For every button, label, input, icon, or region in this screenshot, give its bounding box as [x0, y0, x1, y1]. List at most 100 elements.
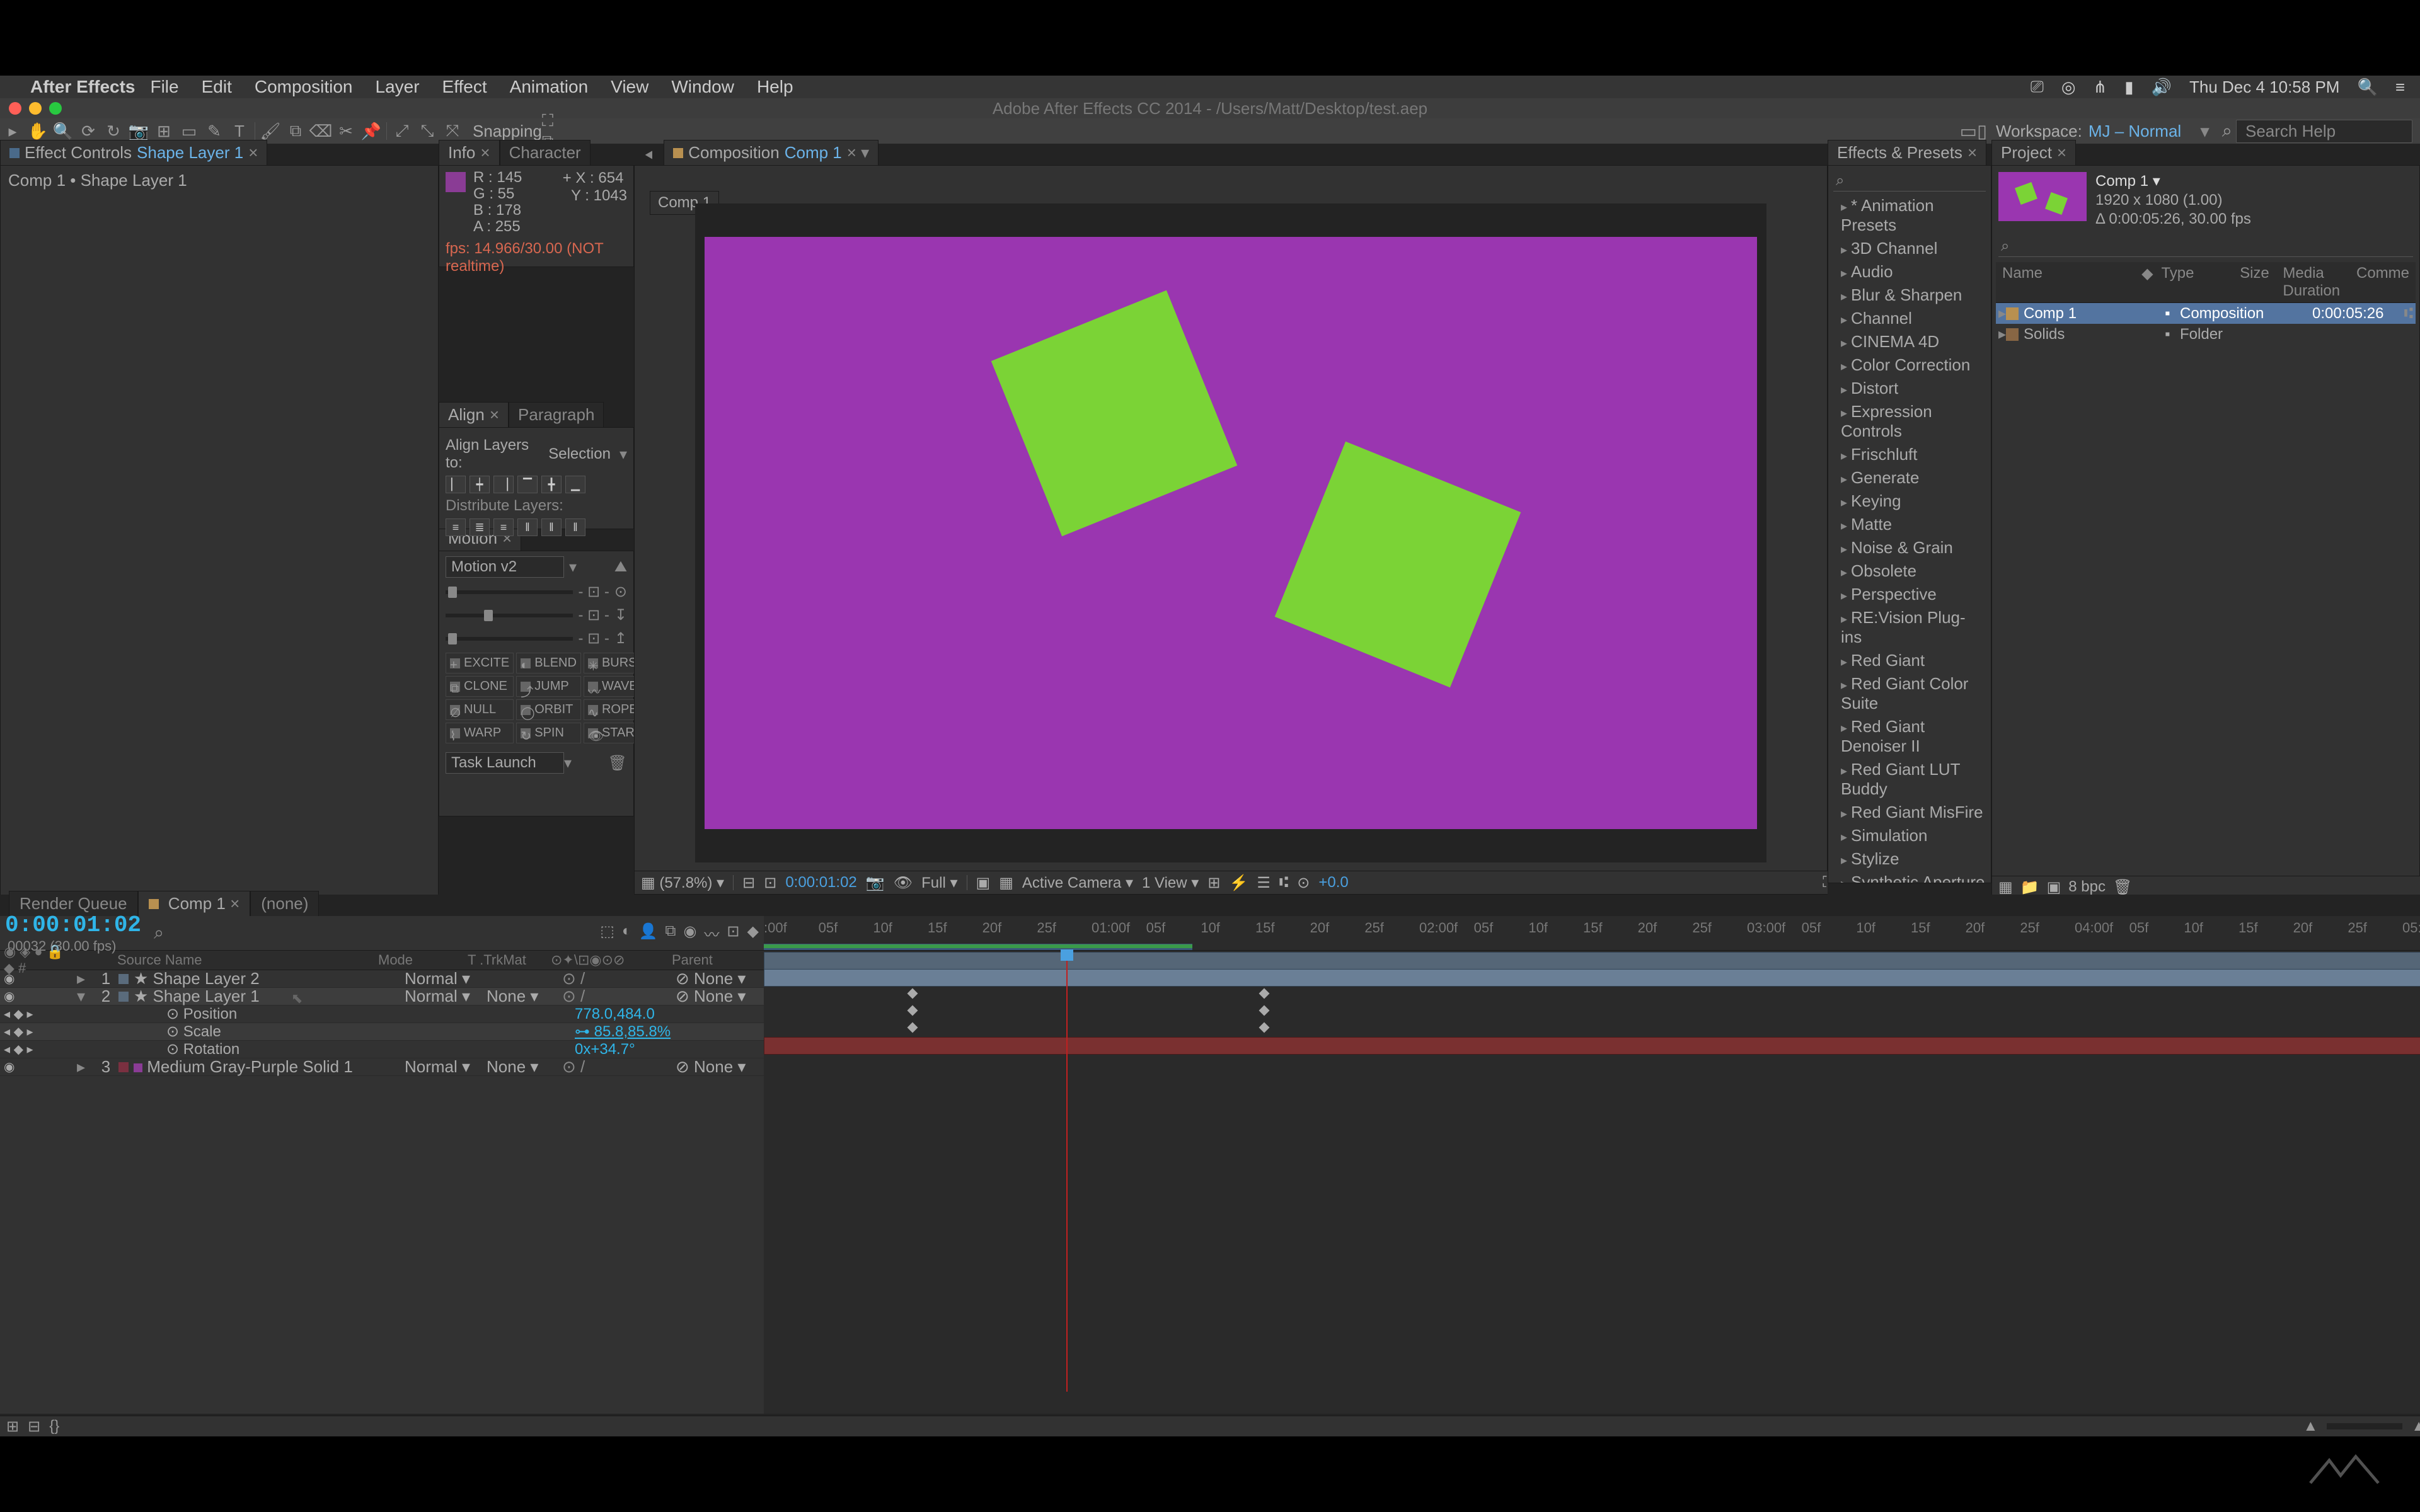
dist-top-icon[interactable]: ≡: [446, 518, 466, 536]
effects-category[interactable]: Frischluft: [1828, 443, 1991, 466]
search-help-input[interactable]: Search Help: [2236, 120, 2412, 143]
screencast-icon[interactable]: ⎚: [2031, 77, 2044, 97]
viewer-prev-icon[interactable]: ⯇: [643, 147, 655, 165]
info-tab[interactable]: Info ×: [439, 140, 500, 165]
align-hcenter-icon[interactable]: ┿: [470, 476, 490, 493]
effects-category[interactable]: Red Giant: [1828, 649, 1991, 672]
bpc-button[interactable]: 8 bpc: [2068, 878, 2106, 896]
zoom-in-nav-icon[interactable]: ▲: [2411, 1418, 2420, 1435]
wifi-icon[interactable]: ⋔: [2094, 77, 2107, 97]
timeline-search-icon[interactable]: ⌕: [154, 923, 164, 944]
menu-help[interactable]: Help: [757, 77, 793, 97]
keyframe[interactable]: [908, 1022, 918, 1033]
new-folder-icon[interactable]: 📁: [2020, 878, 2039, 896]
project-search-input[interactable]: ⌕: [1998, 236, 2413, 257]
volume-icon[interactable]: 🔊: [2152, 77, 2172, 97]
effects-category[interactable]: Red Giant Color Suite: [1828, 672, 1991, 715]
track-area[interactable]: [764, 951, 2420, 1392]
property-position[interactable]: ◂ ◆ ▸ ⊙ Position 778.0,484.0: [0, 1005, 764, 1023]
dist-hcenter-icon[interactable]: ‖: [541, 518, 562, 536]
effects-category[interactable]: Red Giant MisFire: [1828, 801, 1991, 824]
character-tab[interactable]: Character: [500, 140, 591, 165]
project-tab[interactable]: Project ×: [1991, 140, 2076, 165]
battery-icon[interactable]: ▮: [2124, 77, 2133, 97]
motion-blur-icon[interactable]: ◉: [683, 922, 696, 944]
effects-category[interactable]: Audio: [1828, 260, 1991, 284]
comp-mini-flowchart-icon[interactable]: ⬚: [600, 922, 614, 944]
align-top-icon[interactable]: ▔: [517, 476, 538, 493]
notification-icon[interactable]: ≡: [2395, 77, 2405, 97]
roto-tool-icon[interactable]: ✂: [333, 118, 359, 144]
snapshot-icon[interactable]: 📷: [866, 874, 885, 892]
effect-controls-tab[interactable]: Effect Controls Shape Layer 1 ×: [0, 140, 267, 165]
layer-color-swatch[interactable]: [118, 992, 129, 1002]
current-time-indicator[interactable]: [1066, 951, 1068, 1392]
draft3d-icon[interactable]: ◐: [622, 922, 631, 944]
shape-layer-2[interactable]: [1275, 442, 1521, 688]
active-camera-dropdown[interactable]: Active Camera ▾: [1022, 874, 1133, 892]
effects-category[interactable]: Perspective: [1828, 583, 1991, 606]
effects-category[interactable]: Blur & Sharpen: [1828, 284, 1991, 307]
effects-category[interactable]: Generate: [1828, 466, 1991, 490]
timecode-display[interactable]: 0:00:01:02: [5, 912, 141, 938]
align-vcenter-icon[interactable]: ╋: [541, 476, 562, 493]
layer-row-shape1[interactable]: ◉ ▾ 2 ★ Shape Layer 1 Normal ▾ None ▾ ⊙ …: [0, 988, 764, 1005]
layer-color-swatch[interactable]: [118, 974, 129, 984]
preset-warp[interactable]: ⌇WARP: [446, 723, 514, 743]
motion-slider-1[interactable]: [446, 590, 573, 594]
world-axis-icon[interactable]: ⤡: [415, 118, 440, 144]
zoom-window-button[interactable]: [49, 102, 62, 115]
close-window-button[interactable]: [9, 102, 21, 115]
preset-clone[interactable]: ⧉CLONE: [446, 676, 514, 697]
align-right-icon[interactable]: ▕: [493, 476, 514, 493]
keyframe[interactable]: [908, 1005, 918, 1016]
puppet-tool-icon[interactable]: 📌: [359, 118, 384, 144]
app-name[interactable]: After Effects: [30, 77, 135, 97]
snapping-label[interactable]: Snapping: [473, 122, 542, 141]
graph-editor-icon[interactable]: 〰: [704, 922, 719, 944]
menu-window[interactable]: Window: [671, 77, 734, 97]
layer-color-swatch[interactable]: [118, 1062, 129, 1072]
layer-bar-shape2[interactable]: [764, 952, 2420, 970]
motion-slider-3[interactable]: [446, 637, 573, 641]
clone-tool-icon[interactable]: ⧉: [283, 118, 308, 144]
toggle-modes-icon[interactable]: ⊟: [28, 1418, 40, 1436]
shape-layer-1[interactable]: [991, 290, 1238, 537]
sync-icon[interactable]: ◎: [2061, 77, 2076, 97]
preset-blend[interactable]: ◐BLEND: [516, 653, 581, 673]
effects-category[interactable]: Red Giant LUT Buddy: [1828, 758, 1991, 801]
align-bottom-icon[interactable]: ▁: [565, 476, 585, 493]
property-rotation[interactable]: ◂ ◆ ▸ ⊙ Rotation 0x+34.7°: [0, 1041, 764, 1058]
effects-presets-tab[interactable]: Effects & Presets ×: [1828, 140, 1986, 165]
menu-file[interactable]: File: [150, 77, 178, 97]
exposure-value[interactable]: +0.0: [1318, 874, 1348, 891]
workspace-switcher-icon[interactable]: ▭▯: [1960, 120, 1987, 142]
effects-category[interactable]: Stylize: [1828, 847, 1991, 871]
brainstorm-icon[interactable]: ⊡: [727, 922, 739, 944]
effects-category[interactable]: RE:Vision Plug-ins: [1828, 606, 1991, 649]
effects-category[interactable]: Channel: [1828, 307, 1991, 330]
preset-orbit[interactable]: ◯ORBIT: [516, 699, 581, 720]
fast-previews-icon[interactable]: ⚡: [1229, 874, 1248, 892]
motion-slider-2[interactable]: [446, 614, 573, 617]
zoom-out-nav-icon[interactable]: ▲: [2303, 1418, 2318, 1435]
layer-row-solid[interactable]: ◉ ▸ 3 Medium Gray-Purple Solid 1 Normal …: [0, 1058, 764, 1076]
preset-jump[interactable]: ⤴JUMP: [516, 676, 581, 697]
current-time[interactable]: 0:00:01:02: [785, 874, 856, 891]
project-item-solids[interactable]: ▸ Solids ▪ Folder: [1996, 324, 2416, 345]
new-comp-icon[interactable]: ▣: [2047, 878, 2061, 896]
project-column-headers[interactable]: Name ◆ Type Size Media Duration Comme: [1996, 262, 2416, 303]
dist-bottom-icon[interactable]: ≡: [493, 518, 514, 536]
preset-excite[interactable]: +EXCITE: [446, 653, 514, 673]
preset-spin[interactable]: ↻SPIN: [516, 723, 581, 743]
effects-category[interactable]: Matte: [1828, 513, 1991, 536]
trash-icon[interactable]: 🗑: [608, 754, 627, 772]
motion-graph-icon[interactable]: ⛰: [614, 558, 627, 576]
menu-view[interactable]: View: [611, 77, 648, 97]
effects-category[interactable]: * Animation Presets: [1828, 194, 1991, 237]
task-launch-dropdown[interactable]: Task Launch: [446, 752, 564, 774]
effects-category[interactable]: Keying: [1828, 490, 1991, 513]
channel-icon[interactable]: ⊡: [764, 874, 776, 892]
show-snapshot-icon[interactable]: 👁: [894, 874, 913, 892]
align-left-icon[interactable]: ▏: [446, 476, 466, 493]
